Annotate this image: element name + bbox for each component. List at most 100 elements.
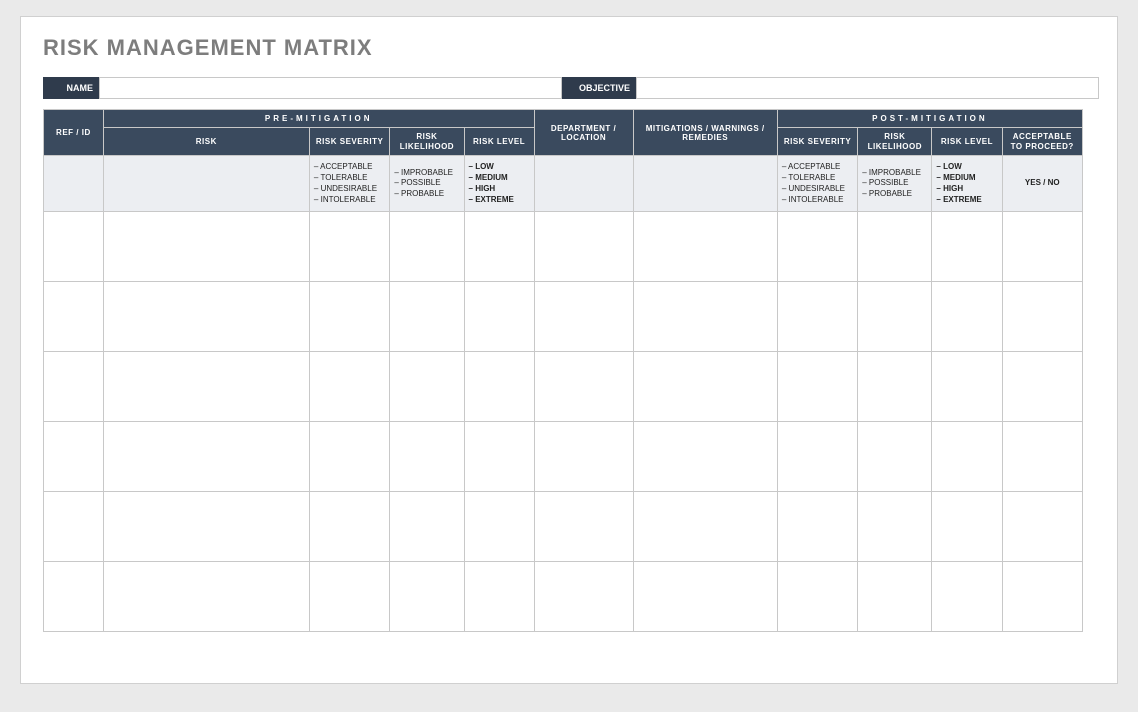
cell-dept[interactable] bbox=[534, 562, 633, 632]
cell-pre_sev[interactable] bbox=[309, 422, 389, 492]
objective-label: OBJECTIVE bbox=[562, 77, 636, 99]
cell-post_lik[interactable] bbox=[858, 562, 932, 632]
legend-mitigations bbox=[633, 156, 777, 212]
cell-post_lvl[interactable] bbox=[932, 562, 1002, 632]
cell-mit[interactable] bbox=[633, 282, 777, 352]
col-mitigations: MITIGATIONS / WARNINGS / REMEDIES bbox=[633, 110, 777, 156]
cell-pre_lik[interactable] bbox=[390, 562, 464, 632]
legend-pre-likelihood: – IMPROBABLE– POSSIBLE– PROBABLE bbox=[390, 156, 464, 212]
table-row bbox=[44, 212, 1083, 282]
cell-ref[interactable] bbox=[44, 352, 104, 422]
cell-acc[interactable] bbox=[1002, 352, 1083, 422]
cell-pre_lik[interactable] bbox=[390, 212, 464, 282]
cell-ref[interactable] bbox=[44, 562, 104, 632]
cell-pre_lvl[interactable] bbox=[464, 562, 534, 632]
cell-acc[interactable] bbox=[1002, 562, 1083, 632]
cell-mit[interactable] bbox=[633, 212, 777, 282]
name-label: NAME bbox=[43, 77, 99, 99]
cell-pre_lik[interactable] bbox=[390, 492, 464, 562]
legend-post-level: – LOW– MEDIUM– HIGH– EXTREME bbox=[932, 156, 1002, 212]
cell-pre_sev[interactable] bbox=[309, 492, 389, 562]
cell-ref[interactable] bbox=[44, 422, 104, 492]
table-row bbox=[44, 492, 1083, 562]
cell-post_sev[interactable] bbox=[777, 422, 857, 492]
cell-post_lik[interactable] bbox=[858, 212, 932, 282]
cell-risk[interactable] bbox=[103, 492, 309, 562]
legend-pre-level: – LOW– MEDIUM– HIGH– EXTREME bbox=[464, 156, 534, 212]
cell-pre_lvl[interactable] bbox=[464, 352, 534, 422]
name-field[interactable] bbox=[99, 77, 562, 99]
legend-row: – ACCEPTABLE– TOLERABLE– UNDESIRABLE– IN… bbox=[44, 156, 1083, 212]
cell-post_lvl[interactable] bbox=[932, 282, 1002, 352]
cell-post_sev[interactable] bbox=[777, 352, 857, 422]
cell-post_sev[interactable] bbox=[777, 282, 857, 352]
cell-dept[interactable] bbox=[534, 212, 633, 282]
col-group-pre: PRE-MITIGATION bbox=[103, 110, 534, 128]
col-group-post: POST-MITIGATION bbox=[777, 110, 1082, 128]
cell-post_lvl[interactable] bbox=[932, 422, 1002, 492]
cell-post_sev[interactable] bbox=[777, 492, 857, 562]
page: RISK MANAGEMENT MATRIX NAME OBJECTIVE RE… bbox=[20, 16, 1118, 684]
cell-ref[interactable] bbox=[44, 212, 104, 282]
cell-dept[interactable] bbox=[534, 492, 633, 562]
cell-dept[interactable] bbox=[534, 352, 633, 422]
legend-post-likelihood: – IMPROBABLE– POSSIBLE– PROBABLE bbox=[858, 156, 932, 212]
cell-post_lik[interactable] bbox=[858, 492, 932, 562]
cell-pre_lvl[interactable] bbox=[464, 422, 534, 492]
cell-post_sev[interactable] bbox=[777, 212, 857, 282]
cell-risk[interactable] bbox=[103, 562, 309, 632]
cell-pre_lik[interactable] bbox=[390, 422, 464, 492]
cell-dept[interactable] bbox=[534, 422, 633, 492]
cell-risk[interactable] bbox=[103, 352, 309, 422]
cell-acc[interactable] bbox=[1002, 282, 1083, 352]
cell-acc[interactable] bbox=[1002, 492, 1083, 562]
cell-mit[interactable] bbox=[633, 492, 777, 562]
risk-matrix-table: REF / ID PRE-MITIGATION DEPARTMENT / LOC… bbox=[43, 109, 1083, 632]
cell-post_lvl[interactable] bbox=[932, 352, 1002, 422]
cell-acc[interactable] bbox=[1002, 422, 1083, 492]
cell-pre_sev[interactable] bbox=[309, 562, 389, 632]
page-title: RISK MANAGEMENT MATRIX bbox=[43, 35, 1099, 61]
col-pre-level: RISK LEVEL bbox=[464, 128, 534, 156]
cell-pre_sev[interactable] bbox=[309, 282, 389, 352]
cell-pre_sev[interactable] bbox=[309, 352, 389, 422]
cell-ref[interactable] bbox=[44, 492, 104, 562]
table-row bbox=[44, 562, 1083, 632]
table-row bbox=[44, 422, 1083, 492]
cell-pre_lvl[interactable] bbox=[464, 282, 534, 352]
col-pre-likelihood: RISK LIKELIHOOD bbox=[390, 128, 464, 156]
cell-post_lvl[interactable] bbox=[932, 212, 1002, 282]
cell-pre_lvl[interactable] bbox=[464, 492, 534, 562]
col-pre-severity: RISK SEVERITY bbox=[309, 128, 389, 156]
col-department: DEPARTMENT / LOCATION bbox=[534, 110, 633, 156]
legend-acceptable: YES / NO bbox=[1002, 156, 1083, 212]
col-ref: REF / ID bbox=[44, 110, 104, 156]
cell-post_lik[interactable] bbox=[858, 282, 932, 352]
cell-pre_lik[interactable] bbox=[390, 282, 464, 352]
cell-mit[interactable] bbox=[633, 562, 777, 632]
col-acceptable: ACCEPTABLE TO PROCEED? bbox=[1002, 128, 1083, 156]
legend-department bbox=[534, 156, 633, 212]
legend-post-severity: – ACCEPTABLE– TOLERABLE– UNDESIRABLE– IN… bbox=[777, 156, 857, 212]
cell-post_lvl[interactable] bbox=[932, 492, 1002, 562]
legend-risk bbox=[103, 156, 309, 212]
cell-post_lik[interactable] bbox=[858, 352, 932, 422]
col-post-level: RISK LEVEL bbox=[932, 128, 1002, 156]
cell-pre_lik[interactable] bbox=[390, 352, 464, 422]
cell-mit[interactable] bbox=[633, 422, 777, 492]
cell-ref[interactable] bbox=[44, 282, 104, 352]
col-post-severity: RISK SEVERITY bbox=[777, 128, 857, 156]
legend-pre-severity: – ACCEPTABLE– TOLERABLE– UNDESIRABLE– IN… bbox=[309, 156, 389, 212]
cell-pre_sev[interactable] bbox=[309, 212, 389, 282]
cell-post_sev[interactable] bbox=[777, 562, 857, 632]
objective-field[interactable] bbox=[636, 77, 1099, 99]
col-risk: RISK bbox=[103, 128, 309, 156]
cell-mit[interactable] bbox=[633, 352, 777, 422]
cell-acc[interactable] bbox=[1002, 212, 1083, 282]
cell-risk[interactable] bbox=[103, 422, 309, 492]
cell-pre_lvl[interactable] bbox=[464, 212, 534, 282]
cell-risk[interactable] bbox=[103, 282, 309, 352]
cell-dept[interactable] bbox=[534, 282, 633, 352]
cell-post_lik[interactable] bbox=[858, 422, 932, 492]
cell-risk[interactable] bbox=[103, 212, 309, 282]
